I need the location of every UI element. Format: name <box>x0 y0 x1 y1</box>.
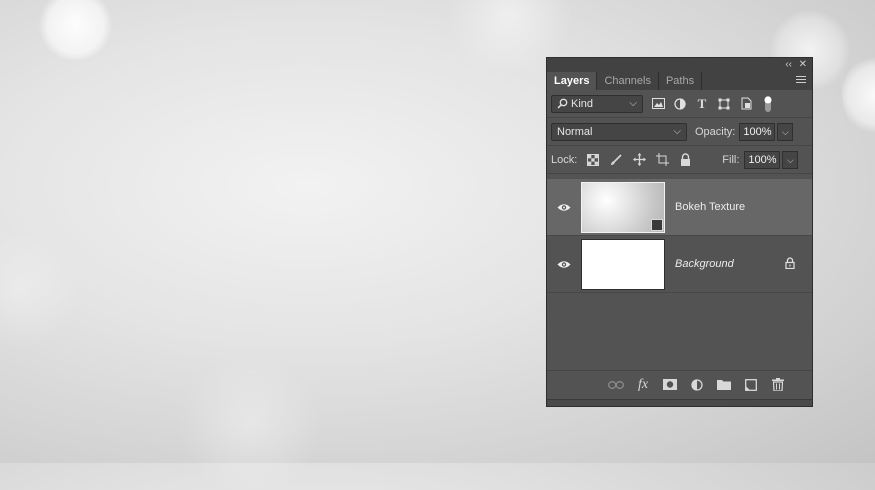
panel-footer: fx <box>547 370 812 398</box>
blend-row: Normal ⌵ Opacity: 100% ⌵ <box>547 118 812 146</box>
new-layer-icon[interactable] <box>743 377 759 393</box>
adjustment-filter-icon[interactable] <box>673 97 687 111</box>
panel-menu-icon[interactable] <box>796 76 806 86</box>
chevron-down-icon: ⌵ <box>629 97 637 109</box>
tab-layers[interactable]: Layers <box>547 72 598 90</box>
smart-object-filter-icon[interactable] <box>739 97 753 111</box>
lock-label: Lock: <box>551 153 578 166</box>
bokeh-light <box>38 0 113 60</box>
panel-tabs: Layers Channels Paths <box>547 72 812 90</box>
layer-thumbnail[interactable] <box>581 182 665 233</box>
opacity-chevron-icon[interactable]: ⌵ <box>777 122 794 141</box>
tab-channels[interactable]: Channels <box>597 72 659 90</box>
link-layers-icon[interactable] <box>608 377 624 393</box>
layer-name[interactable]: Background <box>675 258 734 270</box>
type-filter-icon[interactable]: T <box>695 96 709 111</box>
smart-object-badge-icon <box>651 219 663 231</box>
new-group-icon[interactable] <box>716 377 732 393</box>
layer-thumbnail[interactable] <box>581 239 665 290</box>
fill-chevron-icon[interactable]: ⌵ <box>782 150 799 169</box>
lock-row: Lock: Fill: 100% ⌵ <box>547 146 812 174</box>
adjustment-layer-icon[interactable] <box>689 377 705 393</box>
filter-kind-label: Kind <box>571 97 594 110</box>
fill-input[interactable]: 100% <box>744 150 781 169</box>
layers-panel: ‹‹ ✕ Layers Channels Paths Kind ⌵ T Norm… <box>546 57 813 407</box>
filter-row: Kind ⌵ T <box>547 90 812 118</box>
layer-lock-icon[interactable] <box>785 256 795 272</box>
blend-mode-value: Normal <box>557 125 593 138</box>
lock-artboard-icon[interactable] <box>655 153 669 167</box>
image-filter-icon[interactable] <box>651 97 665 111</box>
lock-all-icon[interactable] <box>678 153 692 167</box>
fx-icon[interactable]: fx <box>635 377 651 393</box>
layer-row-background[interactable]: Background <box>547 236 812 293</box>
layer-row-bokeh-texture[interactable]: Bokeh Texture <box>547 179 812 236</box>
tab-paths[interactable]: Paths <box>659 72 703 90</box>
shape-filter-icon[interactable] <box>717 97 731 111</box>
fill-label: Fill: <box>722 153 740 166</box>
lock-position-icon[interactable] <box>632 153 646 167</box>
opacity-label: Opacity: <box>695 125 736 138</box>
opacity-input[interactable]: 100% <box>739 122 776 141</box>
chevron-down-icon: ⌵ <box>673 125 681 137</box>
delete-layer-icon[interactable] <box>770 377 786 393</box>
lock-transparent-pixels-icon[interactable] <box>586 153 600 167</box>
layer-name[interactable]: Bokeh Texture <box>675 201 745 213</box>
bokeh-light <box>170 360 330 490</box>
collapse-icon[interactable]: ‹‹ <box>785 59 792 71</box>
panel-titlebar[interactable]: ‹‹ ✕ <box>547 58 812 72</box>
add-mask-icon[interactable] <box>662 377 678 393</box>
visibility-eye-icon[interactable] <box>557 259 571 269</box>
close-icon[interactable]: ✕ <box>799 59 807 71</box>
visibility-eye-icon[interactable] <box>557 202 571 212</box>
lock-image-pixels-icon[interactable] <box>609 153 623 167</box>
search-icon <box>557 98 568 109</box>
layers-list: Bokeh Texture Background <box>547 179 812 293</box>
filter-kind-dropdown[interactable]: Kind ⌵ <box>551 94 643 113</box>
panel-resize-handle[interactable] <box>547 399 812 406</box>
blend-mode-dropdown[interactable]: Normal ⌵ <box>551 122 687 141</box>
bokeh-light <box>0 230 80 350</box>
bokeh-light <box>842 55 875 135</box>
filter-toggle-icon[interactable] <box>761 95 775 112</box>
